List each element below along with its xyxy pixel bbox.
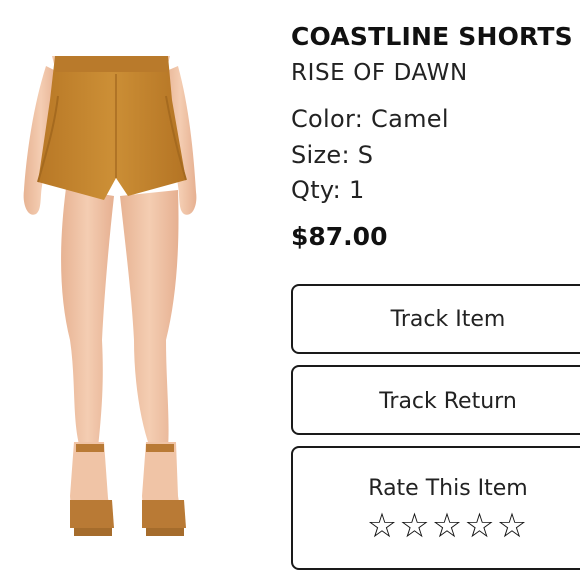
star-2-icon[interactable]: ☆ [399,506,431,546]
color-attribute: Color: Camel [291,105,449,133]
track-item-label: Track Item [390,307,506,332]
track-return-button[interactable]: Track Return [291,365,580,435]
size-attribute: Size: S [291,141,374,169]
star-3-icon[interactable]: ☆ [432,506,464,546]
star-4-icon[interactable]: ☆ [464,506,496,546]
product-image[interactable] [0,0,270,580]
star-rating[interactable]: ☆☆☆☆☆ [293,506,580,546]
quantity-attribute: Qty: 1 [291,176,365,204]
price: $87.00 [291,222,388,251]
rate-item-button[interactable]: Rate This Item ☆☆☆☆☆ [291,446,580,570]
product-page: COASTLINE SHORTS RISE OF DAWN Color: Cam… [0,0,580,580]
model-wearing-shorts-illustration [23,56,197,536]
rate-item-label: Rate This Item [368,476,528,501]
product-title: COASTLINE SHORTS [291,22,573,51]
star-5-icon[interactable]: ☆ [497,506,529,546]
track-return-label: Track Return [379,389,517,414]
track-item-button[interactable]: Track Item [291,284,580,354]
product-details: COASTLINE SHORTS RISE OF DAWN Color: Cam… [291,0,580,580]
star-1-icon[interactable]: ☆ [367,506,399,546]
brand-name: RISE OF DAWN [291,60,468,86]
